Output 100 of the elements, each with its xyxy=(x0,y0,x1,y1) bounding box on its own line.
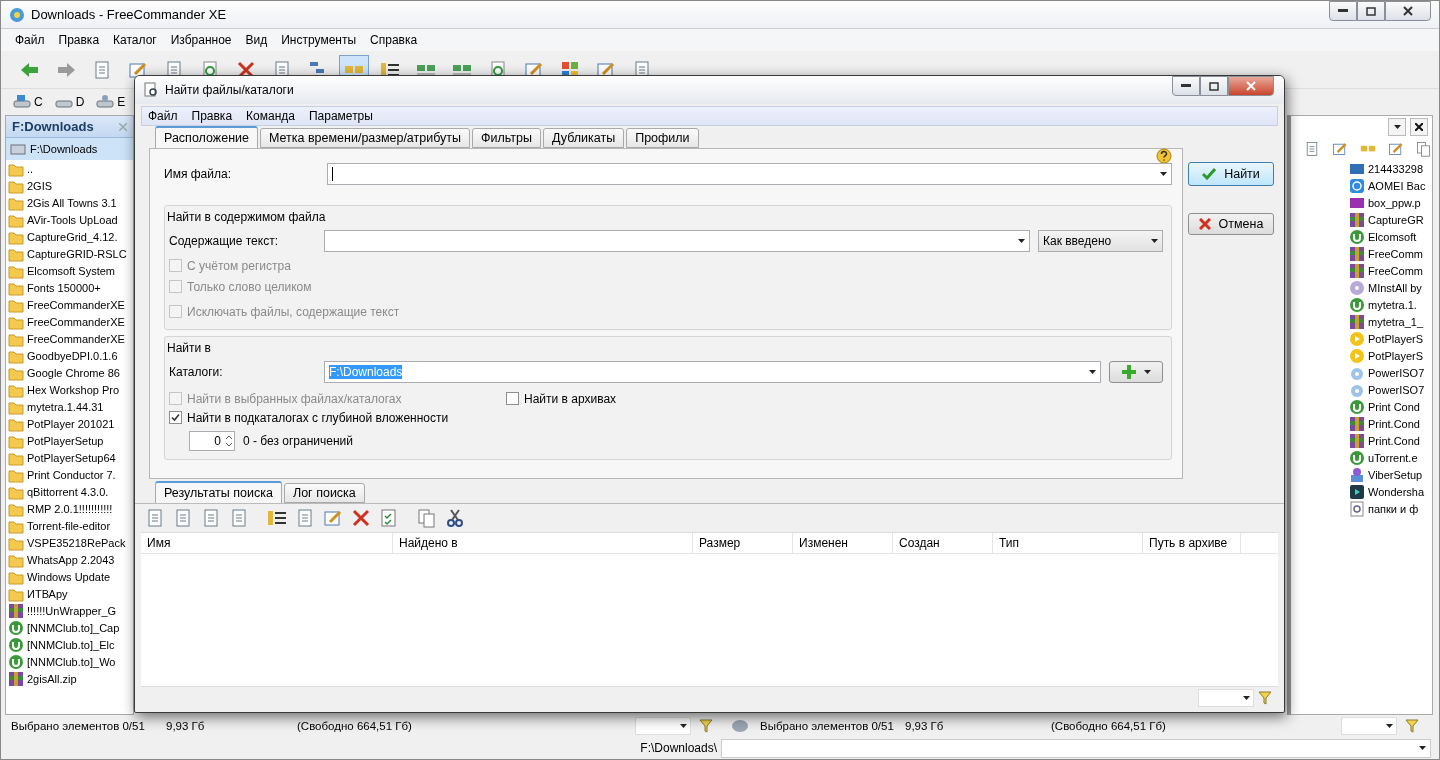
file-list-item[interactable]: Google Chrome 86 xyxy=(6,364,133,381)
close-button[interactable] xyxy=(1410,118,1428,136)
path-row[interactable]: F:\Downloads xyxy=(6,138,133,160)
file-list-item[interactable]: AOMEI Bac xyxy=(1291,177,1432,194)
file-list-item[interactable]: PowerISO7 xyxy=(1291,381,1432,398)
file-list-item[interactable]: ИТВАру xyxy=(6,585,133,602)
maximize-button[interactable] xyxy=(1200,76,1228,96)
panel-tab[interactable]: F:Downloads xyxy=(6,116,133,138)
filter-icon[interactable] xyxy=(1258,689,1274,706)
close-button[interactable] xyxy=(1385,1,1431,21)
file-list-item[interactable]: .. xyxy=(6,160,133,177)
file-list-item[interactable]: PotPlayerS xyxy=(1291,330,1432,347)
column-header[interactable]: Найдено в xyxy=(393,533,693,553)
add-folder-button[interactable] xyxy=(1109,361,1163,383)
menu-item[interactable]: Вид xyxy=(239,31,274,49)
file-list-item[interactable]: Print Cond xyxy=(1291,398,1432,415)
file-list-item[interactable]: CaptureGRID-RSLC xyxy=(6,245,133,262)
file-list-item[interactable]: Windows Update xyxy=(6,568,133,585)
menu-item[interactable]: Параметры xyxy=(302,107,379,125)
minimize-button[interactable] xyxy=(1329,1,1357,21)
file-list-item[interactable]: Hex Workshop Pro xyxy=(6,381,133,398)
file-list-item[interactable]: CaptureGR xyxy=(1291,211,1432,228)
file-list-item[interactable]: uTorrent.e xyxy=(1291,449,1432,466)
file-list-item[interactable]: FreeCommanderXE xyxy=(6,330,133,347)
column-header[interactable]: Путь в архиве xyxy=(1143,533,1241,553)
file-list-item[interactable]: PowerISO7 xyxy=(1291,364,1432,381)
tab[interactable]: Расположение xyxy=(155,126,258,148)
file-list-item[interactable]: [NNMClub.to]_Cap xyxy=(6,619,133,636)
file-list-item[interactable]: [NNMClub.to]_Wo xyxy=(6,653,133,670)
file-list-item[interactable]: RMP 2.0.1!!!!!!!!!!! xyxy=(6,500,133,517)
file-list-item[interactable]: Wondersha xyxy=(1291,483,1432,500)
file-list-item[interactable]: MInstAll by xyxy=(1291,279,1432,296)
drive-button[interactable]: D xyxy=(52,95,87,109)
checkbox-option[interactable]: Найти в архивах xyxy=(506,389,1163,408)
match-mode-select[interactable]: Как введено xyxy=(1038,230,1163,252)
column-header[interactable]: Изменен xyxy=(793,533,893,553)
file-list-item[interactable]: Torrent-file-editor xyxy=(6,517,133,534)
file-list-item[interactable]: FreeComm xyxy=(1291,245,1432,262)
file-list-item[interactable]: [NNMClub.to]_Elc xyxy=(6,636,133,653)
file-list-item[interactable]: !!!!!!UnWrapper_G xyxy=(6,602,133,619)
file-list-item[interactable]: PotPlayerSetup xyxy=(6,432,133,449)
file-list-item[interactable]: папки и ф xyxy=(1291,500,1432,517)
menu-item[interactable]: Избранное xyxy=(164,31,238,49)
file-list-item[interactable]: PotPlayerS xyxy=(1291,347,1432,364)
menu-item[interactable]: Команда xyxy=(240,107,301,125)
text-field[interactable] xyxy=(324,230,1030,252)
find-button[interactable]: Найти xyxy=(1188,162,1274,186)
file-list-item[interactable]: box_ppw.p xyxy=(1291,194,1432,211)
tab[interactable]: Результаты поиска xyxy=(155,481,282,503)
file-list-item[interactable]: Print.Cond xyxy=(1291,415,1432,432)
menu-item[interactable]: Файл xyxy=(142,107,184,125)
file-list-item[interactable]: FreeComm xyxy=(1291,262,1432,279)
column-header[interactable]: Имя xyxy=(141,533,393,553)
file-list-item[interactable]: Print.Cond xyxy=(1291,432,1432,449)
minimize-button[interactable] xyxy=(1172,76,1200,96)
tab[interactable]: Фильтры xyxy=(472,128,542,148)
menu-item[interactable]: Каталог xyxy=(107,31,163,49)
drive-button[interactable]: E xyxy=(94,95,128,109)
column-header[interactable]: Тип xyxy=(993,533,1143,553)
drive-button[interactable]: C xyxy=(11,95,45,109)
file-list-item[interactable]: GoodbyeDPI.0.1.6 xyxy=(6,347,133,364)
file-list-item[interactable]: mytetra.1. xyxy=(1291,296,1432,313)
file-list-item[interactable]: 214433298 xyxy=(1291,160,1432,177)
file-list-item[interactable]: PotPlayer 201021 xyxy=(6,415,133,432)
column-header[interactable]: Создан xyxy=(893,533,993,553)
tab[interactable]: Дубликаты xyxy=(543,128,625,148)
menu-item[interactable]: Инструменты xyxy=(275,31,363,49)
file-list-item[interactable]: CaptureGrid_4.12. xyxy=(6,228,133,245)
file-list-item[interactable]: mytetra_1_ xyxy=(1291,313,1432,330)
file-name-field[interactable] xyxy=(327,163,1172,185)
file-list-item[interactable]: Fonts 150000+ xyxy=(6,279,133,296)
tab[interactable]: Профили xyxy=(626,128,699,148)
help-icon[interactable] xyxy=(1156,148,1172,164)
command-field[interactable] xyxy=(721,738,1431,758)
file-list-item[interactable]: Elcomsoft System xyxy=(6,262,133,279)
menu-item[interactable]: Правка xyxy=(52,31,106,49)
file-list-item[interactable]: ViberSetup xyxy=(1291,466,1432,483)
file-list-item[interactable]: WhatsApp 2.2043 xyxy=(6,551,133,568)
file-list-item[interactable]: mytetra.1.44.31 xyxy=(6,398,133,415)
column-header[interactable]: Размер xyxy=(693,533,793,553)
file-list-item[interactable]: Elcomsoft xyxy=(1291,228,1432,245)
dropdown-button[interactable] xyxy=(1388,118,1406,136)
depth-spinner[interactable]: 0 xyxy=(189,431,235,451)
filter-icon[interactable] xyxy=(1405,718,1421,734)
file-list-item[interactable]: PotPlayerSetup64 xyxy=(6,449,133,466)
file-list-item[interactable]: FreeCommanderXE xyxy=(6,296,133,313)
file-list-item[interactable]: Print Conductor 7. xyxy=(6,466,133,483)
file-list-item[interactable]: AVir-Tools UpLoad xyxy=(6,211,133,228)
filter-icon[interactable] xyxy=(699,718,715,734)
maximize-button[interactable] xyxy=(1357,1,1385,21)
file-list-item[interactable]: 2Gis All Towns 3.1 xyxy=(6,194,133,211)
file-list-item[interactable]: FreeCommanderXE xyxy=(6,313,133,330)
tab[interactable]: Метка времени/размер/атрибуты xyxy=(259,128,471,148)
file-list-item[interactable]: qBittorrent 4.3.0. xyxy=(6,483,133,500)
menu-item[interactable]: Справка xyxy=(364,31,424,49)
file-list-item[interactable]: 2gisAll.zip xyxy=(6,670,133,687)
checkbox-option[interactable]: Найти в подкаталогах с глубиной вложенности xyxy=(169,408,1163,427)
menu-item[interactable]: Файл xyxy=(9,31,51,49)
tab[interactable]: Лог поиска xyxy=(283,483,365,503)
menu-item[interactable]: Правка xyxy=(185,107,239,125)
